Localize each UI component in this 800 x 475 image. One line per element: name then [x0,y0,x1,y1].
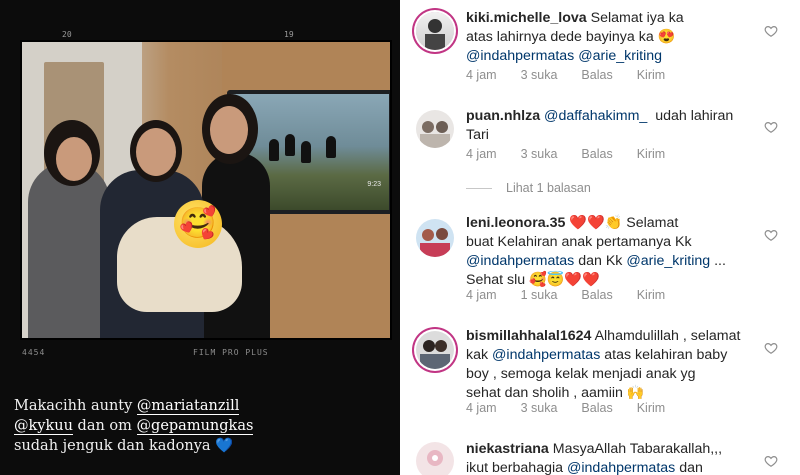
avatar[interactable] [416,12,454,50]
heart-outline-icon[interactable] [764,228,778,242]
face-sticker: 🥰 [174,200,222,248]
likes-count[interactable]: 1 suka [521,288,558,302]
send-button[interactable]: Kirim [637,68,665,82]
heart-outline-icon[interactable] [764,120,778,134]
heart-outline-icon[interactable] [764,341,778,355]
comment-meta: 4 jam 3 suka Balas Kirim [466,68,666,82]
reply-button[interactable]: Balas [581,288,612,302]
avatar[interactable] [416,110,454,148]
story-photo-frame: 9:23 🥰 [20,40,392,340]
film-brand: FILM PRO PLUS [193,348,269,357]
story-panel: 20 19 9:23 🥰 4454 FILM PRO PLUS Makacihh… [0,0,400,475]
comment-text: kiki.michelle_lova Selamat iya ka atas l… [466,10,684,64]
view-replies-link[interactable]: Lihat 1 balasan [466,181,591,195]
comment-meta: 4 jam 3 suka Balas Kirim [466,147,666,161]
mention-link[interactable]: @indahpermatas [466,48,574,64]
comment-meta: 4 jam 3 suka Balas Kirim [466,401,666,415]
story-caption: Makacihh aunty @mariatanzill @kykuu dan … [14,398,254,454]
caption-mention[interactable]: @mariatanzill [136,398,240,415]
likes-count[interactable]: 3 suka [521,68,558,82]
replies-divider [466,187,492,189]
comment-username[interactable]: niekastriana [466,441,549,457]
mention-link[interactable]: @daffahakimm_ [544,108,647,124]
mention-link[interactable]: @arie_kriting [578,48,662,64]
send-button[interactable]: Kirim [637,147,665,161]
comment-username[interactable]: kiki.michelle_lova [466,10,587,26]
blue-heart-icon: 💙 [215,438,234,454]
heart-outline-icon[interactable] [764,24,778,38]
film-number-bottom: 4454 [22,348,46,357]
heart-outline-icon[interactable] [764,454,778,468]
likes-count[interactable]: 3 suka [521,147,558,161]
comment-meta: 4 jam 1 suka Balas Kirim [466,288,666,302]
avatar[interactable] [416,442,454,475]
reply-button[interactable]: Balas [581,68,612,82]
comment-username[interactable]: leni.leonora.35 [466,215,565,231]
avatar[interactable] [416,331,454,369]
comment-text: bismillahhalal1624 Alhamdulillah , selam… [466,328,741,401]
mention-link[interactable]: @arie_kriting [626,253,710,269]
comment-username[interactable]: bismillahhalal1624 [466,328,591,344]
mention-link[interactable]: @indahpermatas [567,460,675,475]
mention-link[interactable]: @indahpermatas [466,253,574,269]
reply-button[interactable]: Balas [581,147,612,161]
avatar[interactable] [416,219,454,257]
comment-username[interactable]: puan.nhlza [466,108,540,124]
tv-label: 9:23 [367,181,381,188]
caption-mention[interactable]: @kykuu [14,418,73,435]
film-frame-number-left: 20 [62,30,72,39]
reply-button[interactable]: Balas [581,401,612,415]
comment-text: leni.leonora.35 ❤️❤️👏 Selamat buat Kelah… [466,215,726,288]
mention-link[interactable]: @indahpermatas [492,347,600,363]
comment-text: niekastriana MasyaAllah Tabarakallah,,, … [466,441,723,475]
send-button[interactable]: Kirim [637,401,665,415]
comment-text: puan.nhlza @daffahakimm_ udah lahiran Ta… [466,108,734,143]
send-button[interactable]: Kirim [637,288,665,302]
film-frame-number-right: 19 [284,30,294,39]
story-photo: 9:23 🥰 [22,42,390,338]
likes-count[interactable]: 3 suka [521,401,558,415]
caption-mention[interactable]: @gepamungkas [136,418,254,435]
comments-panel: kiki.michelle_lova Selamat iya ka atas l… [400,0,800,475]
